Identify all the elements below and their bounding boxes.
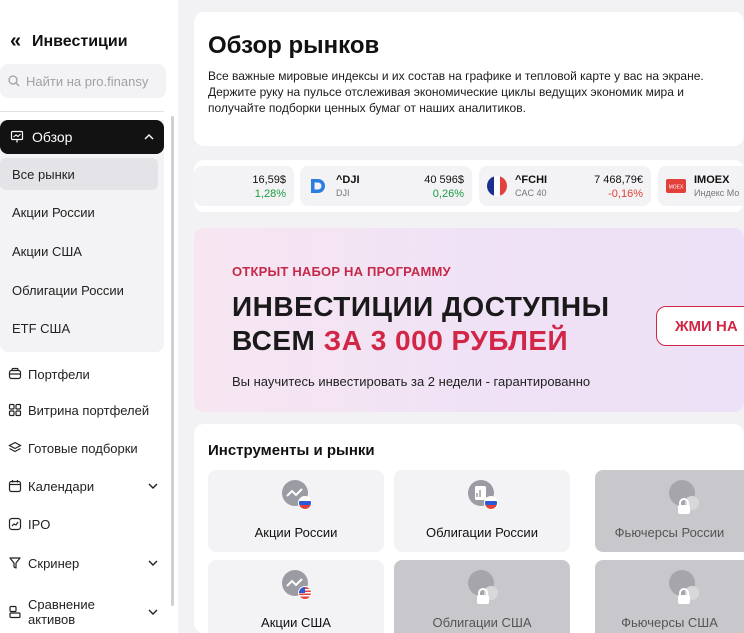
ticker-price: 16,59$ — [252, 174, 286, 186]
ticker-change: 1,28% — [254, 188, 286, 200]
chart-line-icon — [8, 517, 22, 531]
tile-label: Фьючерсы США — [621, 615, 718, 630]
promo-note: Вы научитесь инвестировать за 2 недели -… — [232, 374, 591, 389]
promo-banner[interactable]: ОТКРЫТ НАБОР НА ПРОГРАММУ ИНВЕСТИЦИИ ДОС… — [194, 228, 744, 412]
ticker-item[interactable]: 16,59$ 1,28% — [194, 166, 294, 206]
sidebar-item-portfolio-showcase[interactable]: Витрина портфелей — [8, 398, 158, 422]
tile-label: Фьючерсы России — [614, 525, 725, 540]
sidebar-item-calendars[interactable]: Календари — [8, 474, 158, 498]
sidebar-item-ready-selections[interactable]: Готовые подборки — [8, 436, 158, 460]
promo-headline-line2: ВСЕМ ЗА 3 000 РУБЛЕЙ — [232, 324, 610, 358]
sidebar-item-label: Сравнение активов — [28, 597, 95, 627]
sidebar-item-label: Календари — [28, 478, 95, 494]
search-input[interactable]: Найти на pro.finansy — [0, 64, 166, 98]
ticker-name: Индекс Мо — [694, 188, 740, 198]
ticker-price: 40 596$ — [424, 174, 464, 186]
sidebar-item-label: Витрина портфелей — [28, 402, 150, 418]
tile-label: Облигации России — [426, 525, 538, 540]
ticker-change: -0,16% — [608, 188, 643, 200]
dji-logo-icon — [311, 179, 325, 193]
lock-icon — [477, 588, 489, 604]
compare-icon — [8, 605, 22, 619]
ticker-name: DJI — [336, 188, 350, 198]
sidebar-item-compare-assets[interactable]: Сравнение активов — [8, 594, 158, 630]
calendar-icon — [8, 479, 22, 493]
promo-headline-line1: ИНВЕСТИЦИИ ДОСТУПНЫ — [232, 291, 610, 322]
france-flag-icon — [487, 176, 507, 196]
sidebar-item-label: IPO — [28, 516, 51, 532]
grid-icon — [8, 403, 22, 417]
tile-bonds-russia[interactable]: Облигации России — [394, 470, 570, 552]
stocks-russia-icon — [282, 480, 312, 510]
promo-headline: ИНВЕСТИЦИИ ДОСТУПНЫ ВСЕМ ЗА 3 000 РУБЛЕЙ — [232, 290, 610, 358]
tile-label: Акции России — [254, 525, 338, 540]
tile-label: Акции США — [261, 615, 331, 630]
sidebar-item-label: Скринер — [28, 555, 80, 571]
sidebar-subitem-stocks-usa[interactable]: Акции США — [0, 235, 158, 267]
page-title: Обзор рынков — [208, 32, 380, 59]
svg-text:MOEX: MOEX — [669, 185, 684, 191]
moex-logo-icon: MOEX — [666, 179, 686, 193]
ticker-item[interactable]: ^FCHI CAC 40 7 468,79€ -0,16% — [479, 166, 651, 206]
sidebar-item-screener[interactable]: Скринер — [8, 551, 158, 575]
search-placeholder: Найти на pro.finansy — [26, 73, 149, 89]
promo-headline-start: ВСЕМ — [232, 325, 324, 356]
sidebar-title: Инвестиции — [32, 32, 128, 50]
wallet-icon — [8, 367, 22, 381]
chevron-down-icon — [148, 609, 158, 615]
stocks-usa-icon — [282, 570, 312, 600]
sidebar-item-label: Обзор — [32, 129, 73, 145]
lock-icon — [678, 588, 690, 604]
ticker-symbol: ^FCHI — [515, 174, 548, 186]
ticker-price: 7 468,79€ — [594, 174, 643, 186]
instruments-card: Инструменты и рынки Акции России Облигац… — [194, 424, 744, 633]
overview-card: Обзор рынков Все важные мировые индексы … — [194, 12, 744, 146]
sidebar-subitem-all-markets[interactable]: Все рынки — [0, 158, 158, 190]
promo-cta-button[interactable]: ЖМИ НА — [656, 306, 744, 346]
layers-icon — [8, 441, 22, 455]
filter-icon — [8, 556, 22, 570]
tile-stocks-russia[interactable]: Акции России — [208, 470, 384, 552]
sidebar-subitem-etf-usa[interactable]: ETF США — [0, 312, 158, 344]
chevron-up-icon — [144, 134, 154, 140]
ticker-item[interactable]: MOEX IMOEX Индекс Мо — [658, 166, 744, 206]
ticker-name: CAC 40 — [515, 188, 547, 198]
lock-icon — [678, 498, 690, 514]
search-icon — [8, 75, 20, 87]
tile-futures-russia[interactable]: Фьючерсы России — [595, 470, 744, 552]
sidebar-item-ipo[interactable]: IPO — [8, 512, 158, 536]
sidebar-header: « Инвестиции — [10, 30, 128, 53]
bonds-russia-icon — [468, 480, 498, 510]
sidebar-item-portfolios[interactable]: Портфели — [8, 362, 158, 386]
overview-group: Обзор Все рынки Акции России Акции США О… — [0, 120, 164, 352]
tile-bonds-usa[interactable]: Облигации США — [394, 560, 570, 633]
ticker-symbol: ^DJI — [336, 174, 360, 186]
collapse-sidebar-icon[interactable]: « — [10, 30, 24, 53]
sidebar: « Инвестиции Найти на pro.finansy Обзор … — [0, 0, 178, 633]
presentation-icon — [10, 130, 24, 143]
tile-label: Облигации США — [432, 615, 532, 630]
index-ticker: 16,59$ 1,28% ^DJI DJI 40 596$ 0,26% ^FCH… — [194, 160, 744, 212]
sidebar-item-label: Готовые подборки — [28, 440, 138, 456]
promo-kicker: ОТКРЫТ НАБОР НА ПРОГРАММУ — [232, 264, 451, 279]
sidebar-subitem-stocks-russia[interactable]: Акции России — [0, 196, 158, 228]
promo-headline-accent: ЗА 3 000 РУБЛЕЙ — [323, 325, 569, 356]
tile-stocks-usa[interactable]: Акции США — [208, 560, 384, 633]
chevron-down-icon — [148, 483, 158, 489]
ticker-item[interactable]: ^DJI DJI 40 596$ 0,26% — [300, 166, 472, 206]
sidebar-divider — [0, 111, 164, 112]
section-title: Инструменты и рынки — [208, 442, 375, 459]
sidebar-item-label: Портфели — [28, 366, 90, 382]
sidebar-item-overview[interactable]: Обзор — [0, 120, 164, 154]
tile-futures-usa[interactable]: Фьючерсы США — [595, 560, 744, 633]
page-description: Все важные мировые индексы и их состав н… — [208, 69, 704, 115]
ticker-symbol: IMOEX — [694, 174, 730, 186]
chevron-down-icon — [148, 560, 158, 566]
sidebar-scrollbar[interactable] — [171, 116, 174, 606]
sidebar-subitem-bonds-russia[interactable]: Облигации России — [0, 274, 158, 306]
ticker-change: 0,26% — [432, 188, 464, 200]
